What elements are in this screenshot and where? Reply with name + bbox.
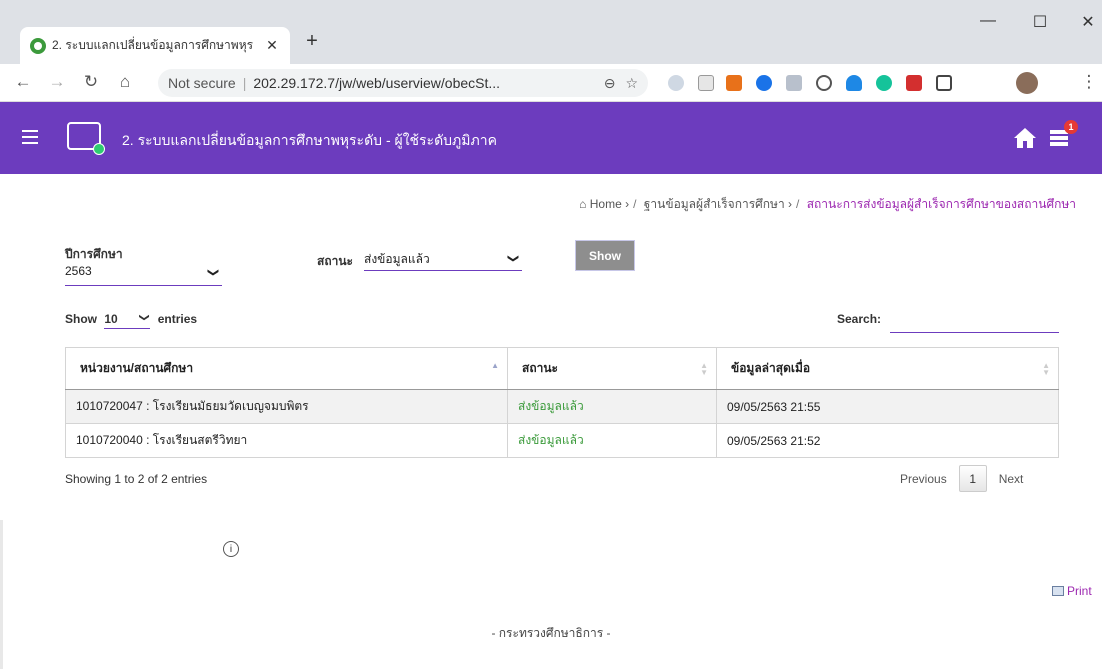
breadcrumb-home[interactable]: Home: [590, 197, 622, 211]
hamburger-menu-icon[interactable]: [22, 130, 38, 144]
security-label: Not secure: [168, 75, 236, 91]
status-select[interactable]: ส่งข้อมูลแล้ว ❯: [364, 250, 522, 271]
home-button[interactable]: ⌂: [114, 72, 136, 92]
cell-school: 1010720047 : โรงเรียนมัธยมวัดเบญจมบพิตร: [65, 389, 508, 424]
url-text[interactable]: 202.29.172.7/jw/web/userview/obecSt...: [253, 75, 593, 91]
zoom-icon[interactable]: ⊖: [604, 75, 616, 92]
breadcrumb-arrow: ›: [625, 197, 630, 211]
length-select-value: 10: [104, 312, 118, 326]
year-select[interactable]: 2563 ❯: [65, 264, 222, 286]
status-select-value: ส่งข้อมูลแล้ว: [364, 252, 430, 266]
printer-icon: [1052, 586, 1064, 596]
column-header-school[interactable]: หน่วยงาน/สถานศึกษา ▲: [65, 347, 508, 390]
table-header-row: หน่วยงาน/สถานศึกษา ▲ สถานะ ▲ ▼ ข้อมูลล่าส…: [65, 347, 1059, 390]
app-header: 2. ระบบแลกเปลี่ยนข้อมูลการศึกษาพหุระดับ …: [0, 102, 1102, 174]
site-favicon-icon: [30, 37, 46, 54]
extension-pdf-icon[interactable]: [786, 75, 802, 91]
grammarly-icon[interactable]: [876, 75, 892, 91]
table-info: Showing 1 to 2 of 2 entries: [65, 472, 208, 486]
cell-updated: 09/05/2563 21:52: [716, 423, 1059, 458]
extension-red-icon[interactable]: [906, 75, 922, 91]
search-input[interactable]: [890, 313, 1059, 333]
breadcrumb-current: สถานะการส่งข้อมูลผู้สำเร็จการศึกษาของสถา…: [806, 197, 1076, 211]
breadcrumb-arrow: ›: [788, 197, 793, 211]
extension-eye-icon[interactable]: [668, 75, 684, 91]
previous-button[interactable]: Previous: [888, 472, 959, 486]
window-edge: [0, 520, 3, 669]
year-select-value: 2563: [65, 264, 92, 278]
browser-tab-bar: 2. ระบบแลกเปลี่ยนข้อมูลการศึกษาพหุร ✕ + …: [0, 0, 1102, 64]
app-title: 2. ระบบแลกเปลี่ยนข้อมูลการศึกษาพหุระดับ …: [122, 132, 497, 148]
breadcrumb-separator: /: [633, 197, 637, 211]
column-header-label: หน่วยงาน/สถานศึกษา: [80, 361, 194, 375]
omnibox[interactable]: i Not secure | 202.29.172.7/jw/web/userv…: [158, 69, 648, 557]
print-label: Print: [1067, 584, 1092, 598]
browser-menu-icon[interactable]: ⋮: [1078, 72, 1100, 92]
notification-icon[interactable]: 1: [1050, 120, 1078, 152]
new-tab-button[interactable]: +: [302, 30, 322, 53]
extension-grid-icon[interactable]: [936, 75, 952, 91]
breadcrumb: ⌂ Home › / ฐานข้อมูลผู้สำเร็จการศึกษา › / …: [579, 195, 1076, 214]
address-bar-row: ← → ↻ ⌂ i Not secure | 202.29.172.7/jw/w…: [0, 64, 1102, 557]
search-label: Search:: [837, 312, 882, 326]
extension-gauge-icon[interactable]: [816, 75, 832, 91]
chevron-down-icon: ❯: [506, 253, 519, 264]
print-link[interactable]: Print: [1052, 584, 1092, 598]
home-icon[interactable]: [1012, 125, 1038, 151]
cell-status: ส่งข้อมูลแล้ว: [507, 389, 717, 424]
chevron-down-icon: ❯: [206, 267, 219, 278]
tab-title: 2. ระบบแลกเปลี่ยนข้อมูลการศึกษาพหุร: [52, 38, 254, 52]
cell-updated: 09/05/2563 21:55: [716, 389, 1059, 424]
table-row: 1010720040 : โรงเรียนสตรีวิทยา ส่งข้อมูล…: [65, 423, 1059, 458]
data-table: หน่วยงาน/สถานศึกษา ▲ สถานะ ▲ ▼ ข้อมูลล่าส…: [65, 347, 1059, 458]
show-button[interactable]: Show: [575, 240, 635, 271]
app-logo-icon: [67, 122, 105, 155]
footer: - กระทรวงศึกษาธิการ -: [491, 626, 611, 640]
reload-button[interactable]: ↻: [80, 72, 102, 92]
column-header-updated[interactable]: ข้อมูลล่าสุดเมื่อ ▲ ▼: [716, 347, 1059, 390]
cell-school: 1010720040 : โรงเรียนสตรีวิทยา: [65, 423, 508, 458]
bookmark-star-icon[interactable]: ☆: [625, 75, 638, 92]
notification-count-badge: 1: [1064, 120, 1078, 134]
breadcrumb-home-icon: ⌂: [579, 197, 587, 211]
tab-close-icon[interactable]: ✕: [264, 37, 280, 54]
column-header-label: ข้อมูลล่าสุดเมื่อ: [731, 361, 811, 375]
forward-button[interactable]: →: [46, 72, 68, 92]
entries-label: entries: [157, 312, 198, 326]
info-icon[interactable]: i: [223, 541, 239, 557]
breadcrumb-separator: /: [796, 197, 800, 211]
back-button[interactable]: ←: [12, 72, 34, 92]
length-control: Show 10 ❯ entries: [65, 312, 197, 329]
extension-sc-icon[interactable]: [726, 75, 742, 91]
next-button[interactable]: Next: [987, 472, 1036, 486]
status-label: สถานะ: [317, 254, 353, 268]
minimize-button[interactable]: —: [968, 12, 1008, 30]
sort-both-icon: ▲ ▼: [1042, 361, 1050, 377]
maximize-button[interactable]: ☐: [1020, 12, 1060, 32]
table-row: 1010720047 : โรงเรียนมัธยมวัดเบญจมบพิตร …: [65, 389, 1059, 424]
extension-doc-icon[interactable]: [698, 75, 714, 91]
cell-status: ส่งข้อมูลแล้ว: [507, 423, 717, 458]
length-select[interactable]: 10 ❯: [104, 312, 151, 329]
chevron-down-icon: ❯: [138, 313, 150, 322]
window-close-button[interactable]: ✕: [1068, 12, 1102, 32]
sort-both-icon: ▲ ▼: [700, 361, 708, 377]
omnibox-separator: |: [242, 75, 247, 91]
show-label: Show: [65, 312, 97, 326]
sort-asc-icon: ▲: [491, 361, 499, 370]
browser-tab[interactable]: 2. ระบบแลกเปลี่ยนข้อมูลการศึกษาพหุร ✕: [20, 27, 290, 64]
profile-avatar[interactable]: [1016, 72, 1038, 94]
page-button-current[interactable]: 1: [958, 465, 987, 492]
extension-cap-icon[interactable]: [846, 75, 862, 91]
pagination: Previous 1 Next: [888, 465, 1035, 492]
column-header-status[interactable]: สถานะ ▲ ▼: [507, 347, 717, 390]
extension-circle-icon[interactable]: [756, 75, 772, 91]
year-label: ปีการศึกษา: [65, 247, 123, 261]
column-header-label: สถานะ: [522, 361, 558, 375]
breadcrumb-item-graduate-db[interactable]: ฐานข้อมูลผู้สำเร็จการศึกษา: [644, 197, 785, 211]
